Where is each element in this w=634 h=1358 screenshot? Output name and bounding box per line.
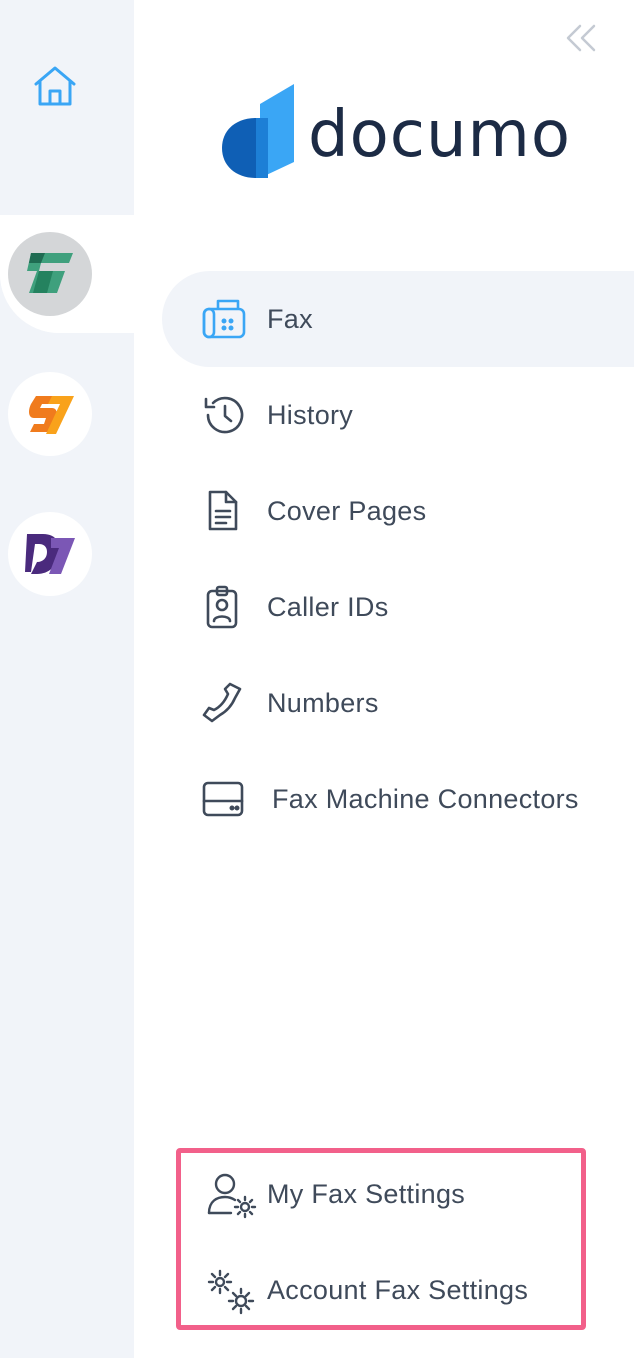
- nav-item-numbers[interactable]: Numbers: [162, 655, 634, 751]
- nav-item-history[interactable]: History: [162, 367, 634, 463]
- gears-icon: [205, 1267, 259, 1317]
- my-fax-settings-label: My Fax Settings: [267, 1179, 466, 1209]
- nav-item-label: Fax: [267, 303, 313, 334]
- nav-item-label: History: [267, 399, 354, 430]
- nav-item-cover-pages[interactable]: Cover Pages: [162, 463, 634, 559]
- document-icon: [200, 489, 248, 533]
- fax-machine-icon: [200, 297, 248, 341]
- nav-item-label: Fax Machine Connectors: [272, 783, 579, 814]
- dj-app-logo[interactable]: [8, 512, 92, 596]
- s7-app-logo[interactable]: [8, 372, 92, 456]
- account-fax-settings-link[interactable]: Account Fax Settings: [181, 1249, 581, 1339]
- documo-wordmark: documo: [308, 98, 572, 172]
- nav-item-label: Caller IDs: [267, 591, 389, 622]
- nav-item-fax[interactable]: Fax: [162, 271, 634, 367]
- nav-item-label: Cover Pages: [267, 495, 427, 526]
- connector-icon: [200, 777, 248, 821]
- fax-app-logo[interactable]: [8, 232, 92, 316]
- history-icon: [200, 393, 248, 437]
- phone-icon: [200, 681, 248, 725]
- home-icon[interactable]: [30, 62, 80, 110]
- app-rail: [0, 0, 134, 1358]
- main-nav: Fax History Cover Pages Caller IDs Numbe…: [162, 271, 634, 847]
- my-fax-settings-link[interactable]: My Fax Settings: [181, 1153, 581, 1243]
- documo-logo-mark: [222, 84, 294, 178]
- documo-logo: documo: [220, 84, 590, 184]
- id-badge-icon: [200, 585, 248, 629]
- account-fax-settings-label: Account Fax Settings: [267, 1275, 529, 1305]
- user-gear-icon: [205, 1171, 259, 1221]
- nav-item-caller-ids[interactable]: Caller IDs: [162, 559, 634, 655]
- fax-settings-highlight: My Fax Settings Account Fax Settings: [176, 1148, 586, 1330]
- nav-item-fax-machine-connectors[interactable]: Fax Machine Connectors: [162, 751, 634, 847]
- collapse-sidebar-icon[interactable]: [562, 20, 602, 56]
- nav-item-label: Numbers: [267, 687, 379, 718]
